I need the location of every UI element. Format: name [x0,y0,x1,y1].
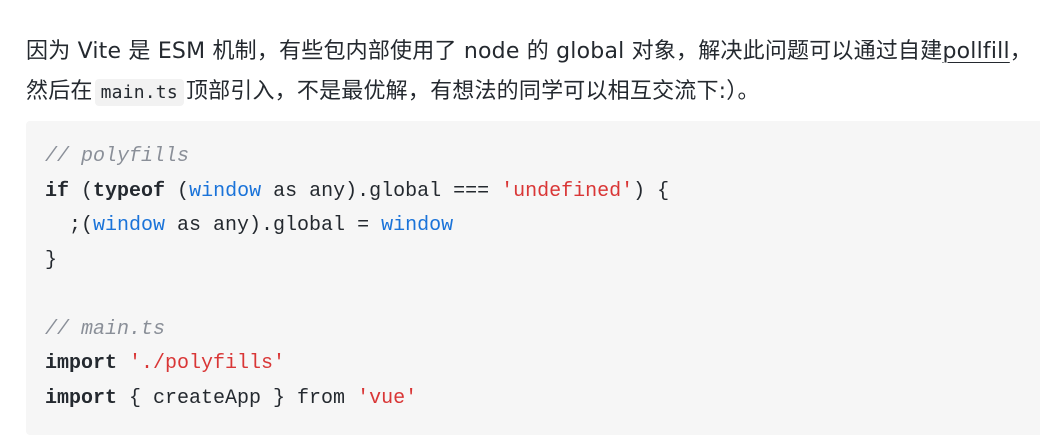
code-line: import './polyfills' [45,347,669,382]
code-token-builtin: window [93,214,166,237]
code-line: // polyfills [45,140,669,175]
code-line: if (typeof (window as any).global === 'u… [45,175,669,210]
article-paragraph: 因为 Vite 是 ESM 机制，有些包内部使用了 node 的 global … [26,32,1036,113]
code-line: // main.ts [45,313,669,348]
pollfill-link[interactable]: pollfill [942,39,1009,64]
code-token-str: 'vue' [357,386,418,410]
code-token-plain: ) { [633,179,670,203]
code-token-comment: // main.ts [45,317,166,341]
code-line: } [45,244,669,279]
code-token-plain: as any).global === [261,179,502,203]
paragraph-text-1: 因为 Vite 是 ESM 机制，有些包内部使用了 node 的 global … [26,39,943,64]
code-line: ;(window as any).global = window [45,209,669,244]
paragraph-text-3: 顶部引入，不是最优解，有想法的同学可以相互交流下:）。 [185,79,760,104]
code-line: import { createApp } from 'vue' [45,382,669,417]
code-token-plain: ;( [45,214,94,237]
code-token-plain: ( [165,179,190,203]
code-token-builtin: window [189,179,262,203]
code-token-builtin: window [381,214,454,237]
code-token-kw: if [45,179,70,203]
code-token-comment: // polyfills [45,145,190,168]
code-token-plain: ( [69,179,94,203]
code-token-kw: import [45,386,118,410]
inline-code-main-ts: main.ts [94,79,184,106]
code-token-kw: import [45,352,118,375]
code-token-plain: { createApp } from [117,386,358,410]
code-token-str: './polyfills' [129,352,286,375]
code-token-str: 'undefined' [501,179,634,203]
code-content: // polyfills if (typeof (window as any).g… [45,140,669,416]
code-block[interactable]: // polyfills if (typeof (window as any).g… [26,121,1040,435]
code-lines: // polyfills if (typeof (window as any).g… [45,140,669,416]
code-token-plain: as any).global = [165,214,382,237]
code-token-plain: } [45,248,58,272]
code-token-kw: typeof [93,179,166,203]
